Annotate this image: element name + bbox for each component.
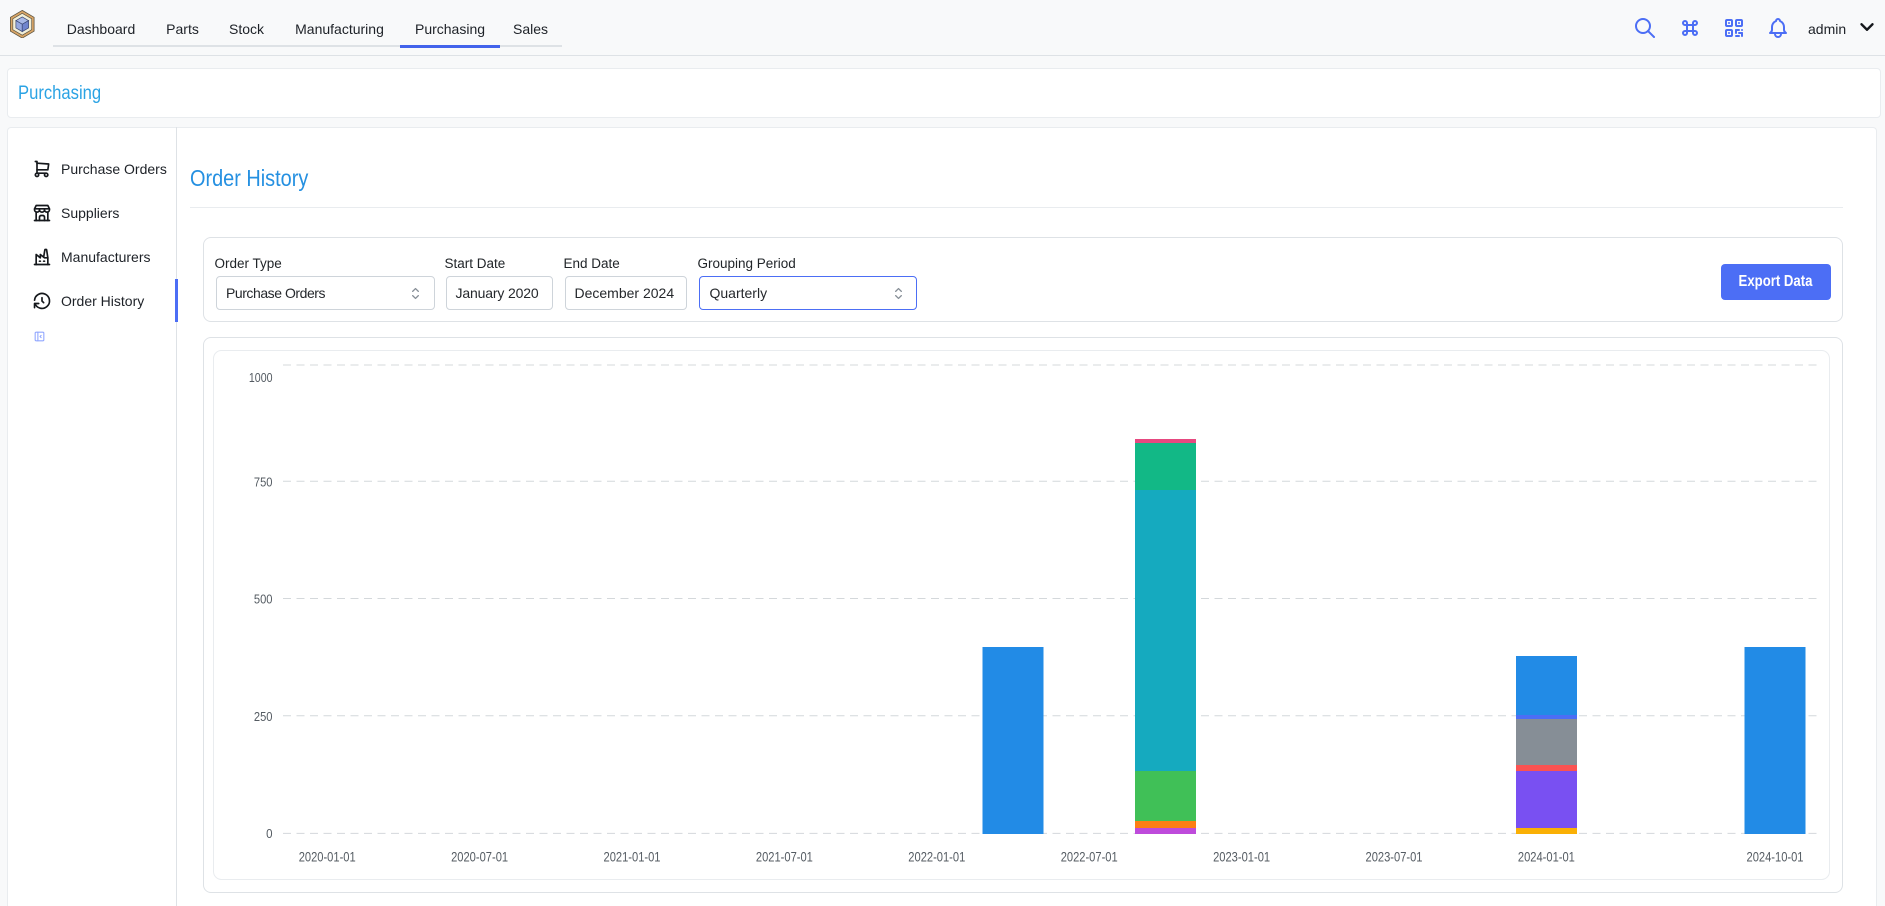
svg-text:2024-10-01: 2024-10-01: [1747, 849, 1804, 865]
svg-text:2022-07-01: 2022-07-01: [1061, 849, 1118, 865]
svg-text:2024-01-01: 2024-01-01: [1518, 849, 1575, 865]
svg-text:500: 500: [254, 591, 273, 606]
svg-text:2021-01-01: 2021-01-01: [604, 849, 661, 865]
svg-text:2020-07-01: 2020-07-01: [451, 849, 508, 865]
svg-text:250: 250: [254, 709, 273, 724]
svg-text:2023-01-01: 2023-01-01: [1213, 849, 1270, 865]
svg-text:2021-07-01: 2021-07-01: [756, 849, 813, 865]
svg-text:0: 0: [266, 826, 272, 841]
svg-text:2023-07-01: 2023-07-01: [1366, 849, 1423, 865]
svg-text:2022-01-01: 2022-01-01: [908, 849, 965, 865]
svg-text:750: 750: [254, 475, 273, 490]
svg-text:1000: 1000: [249, 370, 273, 385]
svg-text:2020-01-01: 2020-01-01: [299, 849, 356, 865]
